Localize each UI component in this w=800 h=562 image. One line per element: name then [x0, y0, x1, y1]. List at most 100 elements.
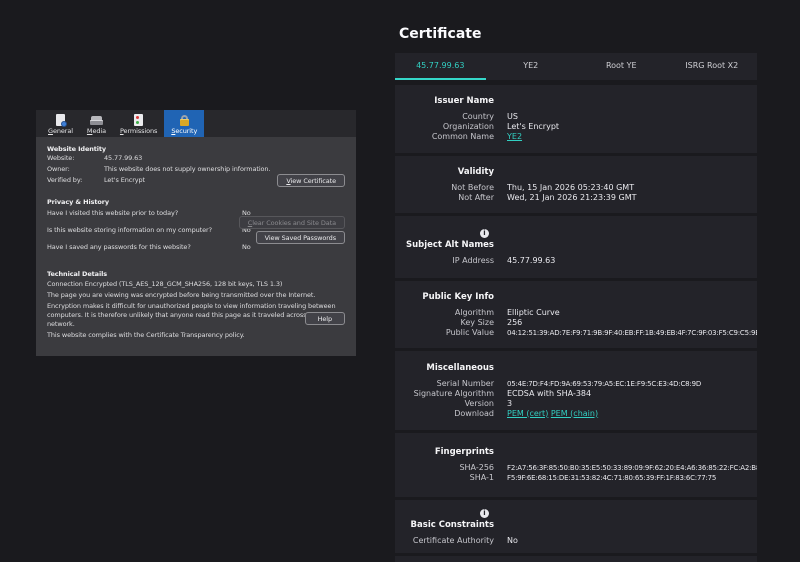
cert-field-value: 05:4E:7D:F4:FD:9A:69:53:79:A5:EC:1E:F9:5…: [507, 379, 702, 388]
tab-permissions[interactable]: Permissions: [113, 110, 164, 137]
cert-field-row: Not After Wed, 21 Jan 2026 21:23:39 GMT: [395, 193, 757, 203]
technical-detail-line: The page you are viewing was encrypted b…: [47, 291, 316, 299]
section-heading: Miscellaneous: [426, 362, 494, 373]
cert-field-value: F2:A7:56:3F:85:50:B0:35:E5:50:33:89:09:9…: [507, 464, 757, 472]
cert-tab-isrg-root-x2[interactable]: ISRG Root X2: [667, 53, 758, 80]
info-icon[interactable]: i: [480, 229, 489, 238]
section-heading: Fingerprints: [434, 447, 494, 457]
cert-field-label: Signature Algorithm: [413, 388, 494, 398]
cert-field-row: Version 3: [395, 399, 757, 409]
section-heading: Subject Alt Names: [405, 240, 494, 250]
tab-media[interactable]: Media: [80, 110, 113, 137]
section-card-miscellaneous: Miscellaneous Serial Number 05:4E:7D:F4:FD…: [395, 351, 757, 430]
cert-field-value: F5:9F:6E:68:15:DE:31:53:82:4C:71:80:65:3…: [507, 474, 717, 482]
lock-icon: [178, 114, 191, 127]
cert-field-row: Public Value 04:12:51:39:AD:7E:F9:71:9B:9…: [395, 328, 757, 338]
cert-field-value: Wed, 21 Jan 2026 21:23:39 GMT: [507, 192, 637, 202]
section-head-grid: i Subject Alt Names: [395, 228, 757, 256]
page-info-tabbar: General Media Permissions Security: [36, 110, 356, 137]
cert-field-label: Key Size: [460, 317, 494, 327]
identity-row-value: 45.77.99.63: [104, 154, 143, 162]
technical-details-heading: Technical Details: [47, 270, 107, 278]
cert-field-label: Public Value: [445, 327, 494, 337]
cert-field-value: PEM (cert) PEM (chain): [507, 409, 757, 419]
cert-field-row: Download PEM (cert) PEM (chain): [395, 409, 757, 419]
privacy-question: Have I visited this website prior to tod…: [47, 209, 179, 217]
tab-label: Security: [171, 127, 198, 135]
clear-cookies-button[interactable]: Clear Cookies and Site Data: [238, 216, 345, 229]
cert-field-value: YE2: [507, 132, 757, 142]
cert-field-label: Version: [464, 398, 494, 408]
cert-field-label: Not After: [458, 192, 494, 202]
section-card-public-key-info: Public Key Info Algorithm Elliptic Curve Ke…: [395, 281, 757, 348]
cert-field-value: US: [507, 112, 518, 121]
cert-field-row: Country US: [395, 112, 757, 122]
privacy-answer: No: [242, 243, 251, 251]
media-icon: [89, 114, 103, 127]
cert-field-row: Certificate Authority No: [395, 536, 757, 546]
certificate-chain-tabs: 45.77.99.63 YE2 Root YE ISRG Root X2: [395, 53, 757, 80]
certificate-panel: 45.77.99.63 YE2 Root YE ISRG Root X2 Issuer…: [395, 53, 757, 562]
tab-label: Media: [86, 127, 106, 135]
technical-details-lines: Connection Encrypted (TLS_AES_128_GCM_SH…: [47, 280, 345, 340]
cert-tab-45-77-99-63[interactable]: 45.77.99.63: [395, 53, 486, 80]
section-heading: Basic Constraints: [410, 519, 494, 530]
technical-detail-line: This website complies with the Certifica…: [47, 331, 245, 339]
certificate-sections: Issuer Name Country US Organization Let's En…: [395, 85, 757, 553]
cert-field-row: Signature Algorithm ECDSA with SHA-384: [395, 389, 757, 399]
page-info-dialog: General Media Permissions Security Website …: [36, 110, 356, 356]
document-icon: [54, 114, 67, 127]
pem-chain-link[interactable]: PEM (chain): [551, 409, 598, 418]
pem-cert-link[interactable]: PEM (cert): [507, 409, 548, 418]
identity-row-label: Verified by:: [47, 176, 83, 184]
info-icon[interactable]: i: [480, 508, 489, 518]
ye2-link[interactable]: YE2: [507, 132, 522, 141]
section-card-fingerprints: Fingerprints SHA-256 F2:A7:56:3F:85:50:B0:…: [395, 433, 757, 497]
section-head-grid: Public Key Info: [395, 292, 757, 308]
cert-field-value: ECDSA with SHA-384: [507, 388, 592, 398]
cert-field-value: 45.77.99.63: [507, 256, 556, 265]
cert-field-value: 3: [507, 398, 513, 408]
privacy-question: Is this website storing information on m…: [47, 226, 212, 234]
tab-general[interactable]: General: [41, 110, 80, 137]
cert-field-label: Not Before: [451, 182, 494, 192]
privacy-history-heading: Privacy & History: [47, 198, 109, 206]
help-button[interactable]: Help: [304, 312, 345, 325]
cert-field-value: Thu, 15 Jan 2026 05:23:40 GMT: [507, 182, 635, 192]
view-saved-passwords-button[interactable]: View Saved Passwords: [255, 231, 345, 244]
section-head-grid: Fingerprints: [395, 447, 757, 463]
cert-field-label: Certificate Authority: [412, 535, 494, 545]
section-card-issuer-name: Issuer Name Country US Organization Let's En…: [395, 85, 757, 153]
cert-field-label: SHA-1: [469, 473, 494, 482]
cert-field-label: Country: [462, 112, 494, 121]
permissions-icon: [132, 114, 145, 127]
identity-row: Website: 45.77.99.63: [47, 153, 345, 164]
section-card-validity: Validity Not Before Thu, 15 Jan 2026 05:23…: [395, 156, 757, 213]
technical-detail-line: Encryption makes it difficult for unauth…: [47, 302, 336, 328]
cert-field-value: Let's Encrypt: [507, 122, 560, 131]
cert-field-value: 04:12:51:39:AD:7E:F9:71:9B:9F:40:EB:FF:1…: [507, 328, 757, 337]
privacy-question: Have I saved any passwords for this webs…: [47, 243, 191, 251]
view-certificate-button[interactable]: View Certificate: [277, 174, 345, 187]
tab-label: General: [48, 127, 73, 135]
identity-row-label: Owner:: [47, 165, 70, 173]
section-head-grid: Validity: [395, 167, 757, 183]
cert-field-label: Common Name: [431, 132, 494, 141]
cert-field-row: IP Address 45.77.99.63: [395, 256, 757, 266]
tab-label: Permissions: [119, 127, 158, 135]
cert-field-row: Algorithm Elliptic Curve: [395, 308, 757, 318]
section-card-subject-alt-names: i Subject Alt Names IP Address 45.77.99.63: [395, 216, 757, 278]
cert-field-row: SHA-1 F5:9F:6E:68:15:DE:31:53:82:4C:71:80…: [395, 473, 757, 483]
section-heading: Validity: [457, 166, 494, 177]
cert-field-row: Serial Number 05:4E:7D:F4:FD:9A:69:53:79:…: [395, 379, 757, 389]
cert-field-label: Organization: [442, 122, 494, 131]
cert-field-label: SHA-256: [459, 463, 494, 472]
website-identity-heading: Website Identity: [47, 145, 107, 153]
cert-field-value: No: [507, 535, 518, 545]
section-heading: Public Key Info: [422, 291, 494, 302]
cert-field-label: Serial Number: [436, 378, 494, 388]
cert-tab-ye2[interactable]: YE2: [486, 53, 577, 80]
cert-tab-root-ye[interactable]: Root YE: [576, 53, 667, 80]
section-card-basic-constraints: i Basic Constraints Certificate Authority N…: [395, 500, 757, 553]
tab-security[interactable]: Security: [164, 110, 205, 137]
